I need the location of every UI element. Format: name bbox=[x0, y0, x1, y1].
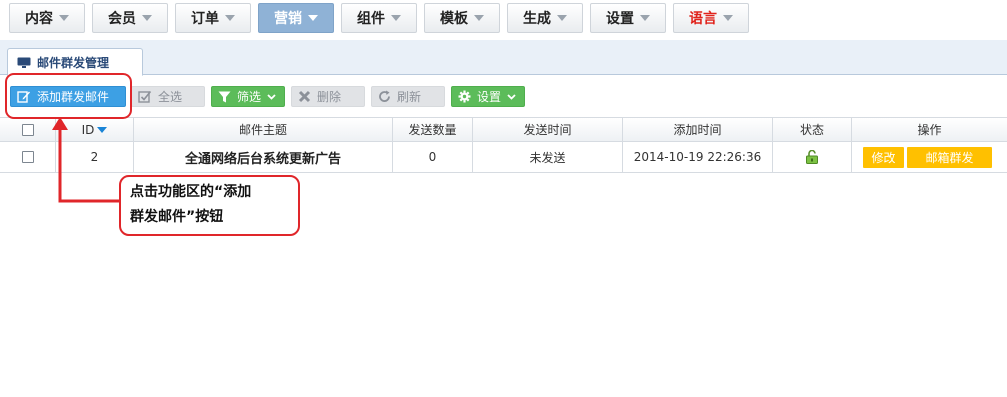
header-send-count: 发送数量 bbox=[393, 118, 473, 141]
chevron-down-icon bbox=[225, 15, 235, 21]
sort-desc-icon bbox=[97, 126, 108, 133]
chevron-down-icon bbox=[267, 93, 276, 100]
nav-language[interactable]: 语言 bbox=[673, 3, 749, 33]
row-subject: 全通网络后台系统更新广告 bbox=[134, 142, 393, 172]
nav-members[interactable]: 会员 bbox=[92, 3, 168, 33]
nav-marketing[interactable]: 营销 bbox=[258, 3, 334, 33]
highlight-box bbox=[5, 73, 132, 119]
header-status: 状态 bbox=[773, 118, 852, 141]
tab-label: 邮件群发管理 bbox=[37, 55, 110, 70]
nav-label: 设置 bbox=[606, 11, 634, 27]
nav-label: 内容 bbox=[25, 11, 53, 27]
monitor-icon bbox=[17, 57, 31, 68]
chevron-down-icon bbox=[557, 15, 567, 21]
edit-button[interactable]: 修改 bbox=[863, 146, 904, 168]
nav-label: 语言 bbox=[689, 11, 717, 27]
nav-label: 模板 bbox=[440, 11, 468, 27]
nav-content[interactable]: 内容 bbox=[9, 3, 85, 33]
tab-bar: 邮件群发管理 bbox=[0, 40, 1007, 76]
row-checkbox-cell bbox=[0, 142, 56, 172]
nav-settings[interactable]: 设置 bbox=[590, 3, 666, 33]
settings-button[interactable]: 设置 bbox=[451, 86, 525, 107]
refresh-button[interactable]: 刷新 bbox=[371, 86, 445, 107]
nav-components[interactable]: 组件 bbox=[341, 3, 417, 33]
nav-templates[interactable]: 模板 bbox=[424, 3, 500, 33]
nav-label: 生成 bbox=[523, 11, 551, 27]
checkbox-icon bbox=[138, 90, 152, 103]
select-all-button[interactable]: 全选 bbox=[131, 86, 205, 107]
table-header: ID 邮件主题 发送数量 发送时间 添加时间 状态 操作 bbox=[0, 117, 1007, 142]
nav-generate[interactable]: 生成 bbox=[507, 3, 583, 33]
chevron-down-icon bbox=[391, 15, 401, 21]
callout-line-1: 点击功能区的“添加 bbox=[130, 184, 252, 200]
instruction-callout: 点击功能区的“添加 群发邮件”按钮 bbox=[119, 175, 300, 236]
nav-orders[interactable]: 订单 bbox=[175, 3, 251, 33]
top-nav: 内容 会员 订单 营销 组件 模板 生成 设置 语言 bbox=[0, 0, 1007, 38]
refresh-label: 刷新 bbox=[397, 90, 422, 104]
nav-label: 营销 bbox=[274, 11, 302, 27]
header-subject: 邮件主题 bbox=[134, 118, 393, 141]
chevron-down-icon bbox=[308, 15, 318, 21]
toolbar: 添加群发邮件 全选 筛选 删除 刷新 设置 bbox=[0, 76, 1007, 116]
refresh-icon bbox=[379, 90, 390, 102]
header-id-label: ID bbox=[81, 122, 95, 137]
chevron-down-icon bbox=[474, 15, 484, 21]
row-checkbox[interactable] bbox=[21, 151, 34, 163]
filter-icon bbox=[218, 91, 231, 102]
row-status bbox=[773, 142, 852, 172]
mail-broadcast-button[interactable]: 邮箱群发 bbox=[907, 146, 992, 168]
chevron-down-icon bbox=[723, 15, 733, 21]
header-send-time: 发送时间 bbox=[473, 118, 623, 141]
row-id: 2 bbox=[56, 142, 134, 172]
row-add-time: 2014-10-19 22:26:36 bbox=[623, 142, 773, 172]
gear-icon bbox=[458, 90, 471, 103]
chevron-down-icon bbox=[640, 15, 650, 21]
header-add-time: 添加时间 bbox=[623, 118, 773, 141]
table-row: 2 全通网络后台系统更新广告 0 未发送 2014-10-19 22:26:36… bbox=[0, 142, 1007, 173]
header-id[interactable]: ID bbox=[56, 118, 134, 141]
chevron-down-icon bbox=[142, 15, 152, 21]
filter-button[interactable]: 筛选 bbox=[211, 86, 285, 107]
row-send-count: 0 bbox=[393, 142, 473, 172]
select-all-label: 全选 bbox=[158, 90, 183, 104]
header-checkbox-cell bbox=[0, 118, 56, 141]
select-all-checkbox[interactable] bbox=[21, 123, 34, 136]
unlock-icon[interactable] bbox=[806, 150, 818, 164]
filter-label: 筛选 bbox=[237, 90, 262, 104]
chevron-down-icon bbox=[59, 15, 69, 21]
nav-label: 订单 bbox=[191, 11, 219, 27]
close-icon bbox=[298, 90, 311, 103]
row-actions: 修改 邮箱群发 bbox=[852, 142, 1007, 172]
row-send-time: 未发送 bbox=[473, 142, 623, 172]
delete-button[interactable]: 删除 bbox=[291, 86, 365, 107]
header-actions: 操作 bbox=[917, 123, 942, 137]
tab-mail-broadcast[interactable]: 邮件群发管理 bbox=[7, 48, 143, 76]
callout-line-2: 群发邮件”按钮 bbox=[130, 209, 224, 225]
nav-label: 会员 bbox=[108, 11, 136, 27]
settings-label: 设置 bbox=[477, 90, 502, 104]
chevron-down-icon bbox=[507, 93, 516, 100]
delete-label: 删除 bbox=[317, 90, 342, 104]
nav-label: 组件 bbox=[357, 11, 385, 27]
